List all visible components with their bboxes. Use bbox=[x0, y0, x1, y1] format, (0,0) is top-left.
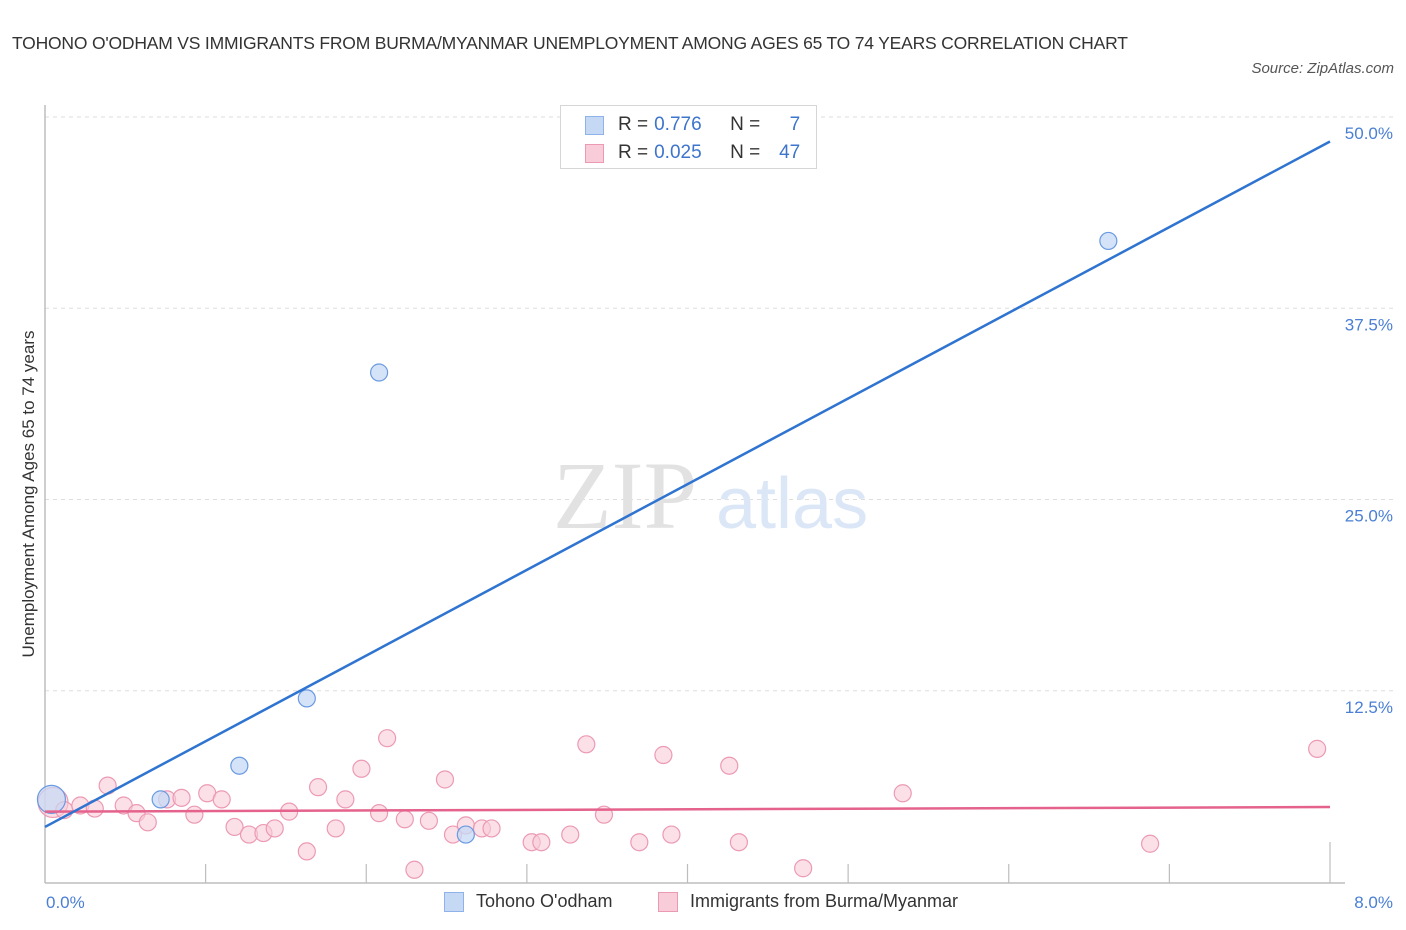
legend-swatch-blue bbox=[444, 891, 464, 912]
data-point-burma bbox=[435, 770, 455, 789]
legend-row-tohono: R = 0.776 N = 7 bbox=[585, 113, 800, 137]
data-point-burma bbox=[794, 859, 813, 878]
trend-line-tohono bbox=[44, 140, 1331, 829]
data-point-burma bbox=[326, 819, 345, 838]
data-point-burma bbox=[185, 805, 204, 824]
trend-lines bbox=[44, 140, 1331, 829]
data-point-burma bbox=[405, 860, 424, 879]
legend-swatch-pink bbox=[658, 891, 678, 912]
data-point-tohono bbox=[456, 825, 475, 844]
data-point-burma bbox=[482, 819, 501, 838]
data-point-burma bbox=[577, 735, 596, 754]
watermark-atlas: atlas bbox=[716, 464, 868, 544]
data-point-tohono bbox=[230, 756, 249, 775]
y-axis-label: Unemployment Among Ages 65 to 74 years bbox=[19, 331, 38, 658]
legend-label: Immigrants from Burma/Myanmar bbox=[690, 891, 959, 911]
data-point-burma bbox=[1140, 834, 1160, 853]
data-point-burma bbox=[370, 804, 389, 823]
data-point-tohono bbox=[297, 689, 316, 708]
data-point-burma bbox=[172, 788, 191, 807]
legend-item-tohono[interactable]: Tohono O'odham bbox=[444, 891, 613, 912]
data-point-burma bbox=[352, 759, 371, 778]
legend-r-label: R = bbox=[618, 114, 649, 135]
correlation-legend: R = 0.776 N = 7 R = 0.025 N = 47 bbox=[560, 105, 817, 169]
x-ticks bbox=[205, 842, 1331, 883]
data-point-burma bbox=[893, 784, 912, 803]
series-immigrants-burma-points bbox=[37, 729, 1327, 879]
data-point-burma bbox=[720, 756, 739, 775]
watermark: ZIP atlas bbox=[553, 442, 868, 549]
data-point-burma bbox=[662, 825, 681, 844]
data-point-burma bbox=[532, 833, 551, 852]
data-point-burma bbox=[265, 819, 284, 838]
legend-item-burma[interactable]: Immigrants from Burma/Myanmar bbox=[658, 891, 958, 912]
legend-r-value: 0.776 bbox=[654, 114, 702, 135]
data-point-burma bbox=[561, 825, 580, 844]
data-point-burma bbox=[378, 729, 397, 748]
data-point-burma bbox=[729, 833, 749, 852]
legend-n-label: N = bbox=[730, 114, 761, 135]
data-point-burma bbox=[297, 842, 316, 861]
legend-row-burma: R = 0.025 N = 47 bbox=[585, 141, 800, 165]
data-point-burma bbox=[336, 790, 355, 809]
watermark-zip: ZIP bbox=[553, 442, 697, 549]
series-legend: Tohono O'odham Immigrants from Burma/Mya… bbox=[0, 888, 1406, 918]
data-point-tohono bbox=[151, 790, 170, 809]
data-point-burma bbox=[419, 811, 438, 830]
legend-r-value: 0.025 bbox=[654, 142, 702, 163]
data-point-tohono bbox=[370, 363, 389, 382]
data-point-burma bbox=[654, 745, 673, 765]
legend-swatch-blue bbox=[585, 115, 604, 135]
y-tick-label: 12.5% bbox=[1345, 698, 1393, 717]
data-point-tohono bbox=[36, 784, 67, 814]
y-tick-label: 37.5% bbox=[1345, 315, 1393, 334]
legend-n-value: 47 bbox=[779, 142, 801, 163]
data-point-burma bbox=[138, 813, 157, 832]
trend-line-burma bbox=[44, 805, 1331, 813]
legend-label: Tohono O'odham bbox=[476, 891, 613, 911]
data-point-burma bbox=[212, 790, 231, 809]
y-tick-label: 50.0% bbox=[1345, 124, 1393, 143]
y-tick-label: 25.0% bbox=[1345, 507, 1393, 526]
data-point-tohono bbox=[1099, 231, 1118, 251]
data-point-burma bbox=[630, 833, 649, 852]
data-point-burma bbox=[308, 778, 328, 797]
legend-n-value: 7 bbox=[789, 114, 801, 135]
legend-swatch-pink bbox=[585, 143, 604, 163]
data-point-burma bbox=[395, 810, 414, 829]
legend-r-label: R = bbox=[618, 142, 649, 163]
data-point-burma bbox=[1308, 739, 1327, 758]
legend-n-label: N = bbox=[730, 142, 761, 163]
gridlines bbox=[45, 116, 1395, 692]
y-tick-labels: 12.5% 25.0% 37.5% 50.0% bbox=[1345, 124, 1393, 717]
